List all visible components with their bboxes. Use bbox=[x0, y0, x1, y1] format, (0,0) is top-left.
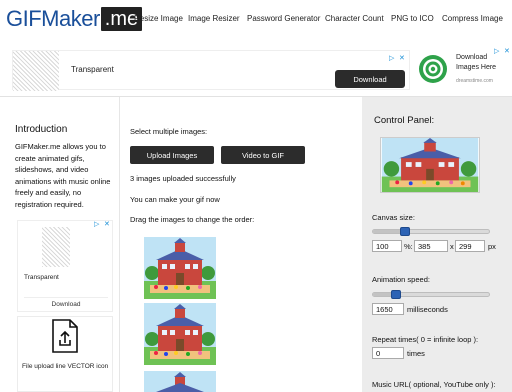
video-to-gif-button[interactable]: Video to GIF bbox=[221, 146, 305, 164]
ad-label: Transparent bbox=[71, 65, 114, 74]
logo-main-text: GIFMaker bbox=[6, 6, 100, 31]
animation-speed-slider[interactable] bbox=[372, 290, 490, 299]
canvas-x-separator: x bbox=[450, 242, 454, 251]
speed-input[interactable]: 1650 bbox=[372, 303, 404, 315]
canvas-height-input[interactable]: 299 bbox=[455, 240, 485, 252]
ad-side-choices-icon[interactable]: ▷ bbox=[94, 220, 99, 228]
ad-download-button[interactable]: Download bbox=[335, 70, 405, 88]
file-upload-icon bbox=[52, 319, 78, 353]
repeat-unit: times bbox=[407, 349, 425, 358]
nav-image-resizer[interactable]: Image Resizer bbox=[188, 14, 240, 23]
ad-side-label: Transparent bbox=[24, 274, 59, 281]
canvas-percent-unit: %: bbox=[404, 242, 413, 251]
canvas-width-input[interactable]: 385 bbox=[414, 240, 448, 252]
nav-compress-image[interactable]: Compress Image bbox=[442, 14, 503, 23]
upload-images-button[interactable]: Upload Images bbox=[130, 146, 214, 164]
intro-text: GIFMaker.me allows you to create animate… bbox=[15, 142, 111, 209]
ad-right-title: Download Images Here bbox=[456, 54, 497, 71]
ad-side-unit[interactable]: ▷ ✕ Transparent Download bbox=[17, 220, 113, 312]
ad-side-download-button[interactable]: Download bbox=[24, 297, 108, 311]
ad-right-choices-icon[interactable]: ▷ bbox=[494, 47, 499, 55]
nav-png-to-ico[interactable]: PNG to ICO bbox=[391, 14, 434, 23]
drag-order-hint: Drag the images to change the order: bbox=[130, 215, 255, 224]
animation-speed-label: Animation speed: bbox=[372, 275, 430, 284]
file-upload-ad[interactable]: File upload line VECTOR icon bbox=[17, 316, 113, 392]
nav-resize-image[interactable]: Resize Image bbox=[134, 14, 183, 23]
file-upload-caption: File upload line VECTOR icon bbox=[22, 363, 109, 370]
nav-character-count[interactable]: Character Count bbox=[325, 14, 384, 23]
ad-image-placeholder bbox=[13, 51, 59, 91]
canvas-unit: px bbox=[488, 242, 496, 251]
swirl-logo-icon bbox=[419, 55, 447, 83]
speed-unit: milliseconds bbox=[407, 305, 448, 314]
control-panel-title: Control Panel: bbox=[374, 115, 435, 126]
ad-close-icon[interactable]: ✕ bbox=[399, 54, 405, 62]
uploaded-image-thumbnail[interactable] bbox=[144, 371, 216, 392]
nav-password-generator[interactable]: Password Generator bbox=[247, 14, 320, 23]
ad-right-source: dreamstime.com bbox=[456, 78, 493, 84]
canvas-size-slider[interactable] bbox=[372, 227, 490, 236]
main-content: Select multiple images: Upload Images Vi… bbox=[130, 97, 350, 392]
canvas-size-slider-handle[interactable] bbox=[400, 227, 410, 236]
left-sidebar: Introduction GIFMaker.me allows you to c… bbox=[5, 97, 120, 392]
repeat-input[interactable]: 0 bbox=[372, 347, 404, 359]
ad-right-unit[interactable]: Download Images Here dreamstime.com ▷ ✕ bbox=[412, 47, 512, 90]
make-gif-hint: You can make your gif now bbox=[130, 195, 220, 204]
gif-preview bbox=[380, 137, 480, 193]
ad-choices-icon[interactable]: ▷ bbox=[389, 54, 394, 62]
ad-right-close-icon[interactable]: ✕ bbox=[504, 47, 510, 55]
animation-speed-slider-handle[interactable] bbox=[391, 290, 401, 299]
control-panel: Control Panel: Canvas size: 100 %: 385 x… bbox=[362, 97, 512, 392]
upload-status-text: 3 images uploaded successfully bbox=[130, 174, 236, 183]
ad-side-close-icon[interactable]: ✕ bbox=[104, 220, 110, 228]
uploaded-image-thumbnail[interactable] bbox=[144, 303, 216, 365]
canvas-percent-input[interactable]: 100 bbox=[372, 240, 402, 252]
select-images-label: Select multiple images: bbox=[130, 127, 208, 136]
canvas-size-label: Canvas size: bbox=[372, 213, 415, 222]
ad-banner[interactable]: Transparent ▷ ✕ Download bbox=[12, 50, 410, 91]
repeat-times-label: Repeat times( 0 = infinite loop ): bbox=[372, 335, 479, 344]
music-url-label: Music URL( optional, YouTube only ): bbox=[372, 380, 496, 389]
site-logo[interactable]: GIFMaker .me bbox=[6, 6, 143, 32]
intro-title: Introduction bbox=[15, 124, 68, 135]
ad-side-image-placeholder bbox=[42, 227, 70, 267]
top-header: GIFMaker .me Resize Image Image Resizer … bbox=[0, 0, 512, 44]
uploaded-image-thumbnail[interactable] bbox=[144, 237, 216, 299]
